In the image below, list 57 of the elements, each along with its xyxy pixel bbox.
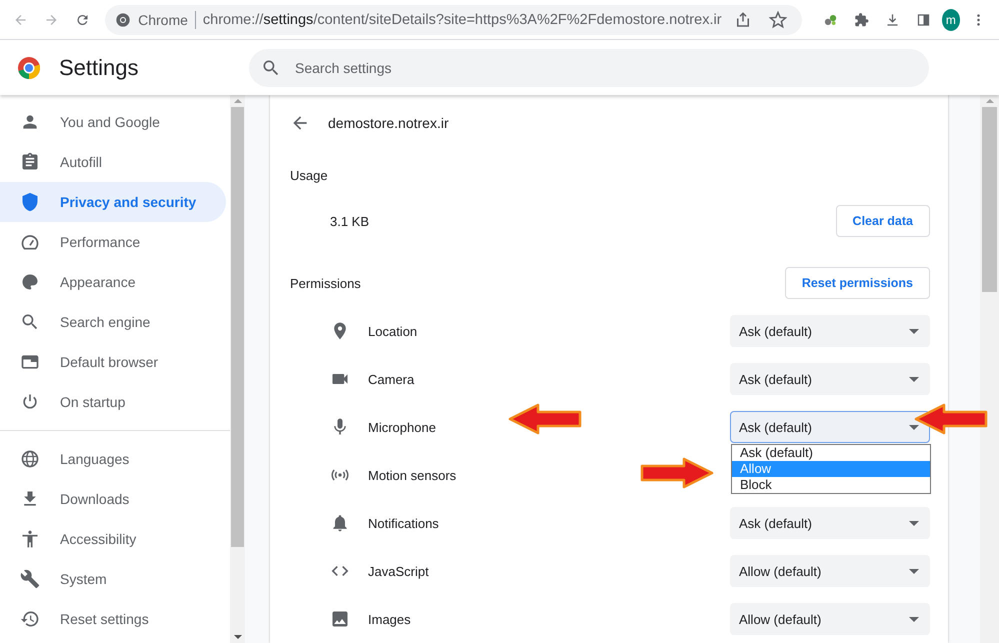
scrollbar[interactable] [980,95,999,643]
sidebar-item[interactable]: On startup [0,382,226,422]
bookmark-star-icon[interactable] [768,10,787,28]
permission-label: JavaScript [368,564,429,578]
page-title: Settings [59,54,140,80]
sidebar-item[interactable]: Accessibility [0,519,226,559]
usage-amount: 3.1 KB [330,214,370,228]
sidebar-item[interactable]: You and Google [0,102,226,142]
clear-data-button[interactable]: Clear data [836,205,930,237]
permission-label: Microphone [368,420,436,434]
clipboard-icon [20,152,40,172]
palette-icon [20,272,40,292]
sidebar-item[interactable]: System [0,559,226,599]
permission-label: Motion sensors [368,468,456,482]
site-name: demostore.notrex.ir [328,115,449,131]
gauge-icon [20,232,40,252]
sidebar-item[interactable]: Search engine [0,302,226,342]
history-icon [20,609,40,629]
permission-label: Images [368,612,411,626]
wrench-icon [20,569,40,589]
permission-dropdown[interactable]: Allow (default) [730,555,930,587]
chrome-logo [17,56,41,80]
globe-icon [20,449,40,469]
dropdown-option[interactable]: Ask (default) [732,445,930,461]
profile-avatar[interactable]: m [942,8,960,30]
scrollbar[interactable] [230,95,245,643]
sidebar-item[interactable]: Appearance [0,262,226,302]
permission-label: Location [368,324,418,338]
search-icon [20,312,40,332]
search-field[interactable]: Search settings [249,48,929,86]
url-text: chrome://settings/content/siteDetails?site=https%3A%2F%2Fdemostore.notrex.ir [202,12,722,28]
sidebar-item[interactable]: Languages [0,439,226,479]
permission-dropdown[interactable]: Ask (default) [730,315,930,347]
sidebar-item[interactable]: Privacy and security [0,182,226,222]
permission-label: Camera [368,372,414,386]
sidebar-item[interactable]: Reset settings [0,599,226,639]
permission-dropdown[interactable]: Allow (default) [730,603,930,635]
permission-dropdown[interactable]: Ask (default) [730,507,930,539]
dropdown-option[interactable]: Allow [732,461,930,477]
chrome-icon [115,12,132,28]
address-bar[interactable]: Chrome chrome://settings/content/siteDetails?site=https%3A%2F%2Fdemostore.notrex.ir [105,4,802,34]
permission-dropdown[interactable]: Ask (default) [730,363,930,395]
permission-label: Notifications [368,516,439,530]
shield-icon [20,192,40,212]
sidebar-item[interactable]: Autofill [0,142,226,182]
section-heading: Permissions [290,276,361,290]
sidebar-item[interactable]: Performance [0,222,226,262]
sidebar-item[interactable]: Downloads [0,479,226,519]
reset-permissions-button[interactable]: Reset permissions [784,267,930,299]
puzzle-icon[interactable] [854,10,869,28]
accessibility-icon [20,529,40,549]
image-icon [330,609,350,629]
dropdown-option[interactable]: Block [732,477,930,493]
site-label: Chrome [138,12,188,28]
sidebar-item[interactable]: Default browser [0,342,226,382]
search-icon [261,58,281,78]
section-heading: Usage [290,168,328,182]
